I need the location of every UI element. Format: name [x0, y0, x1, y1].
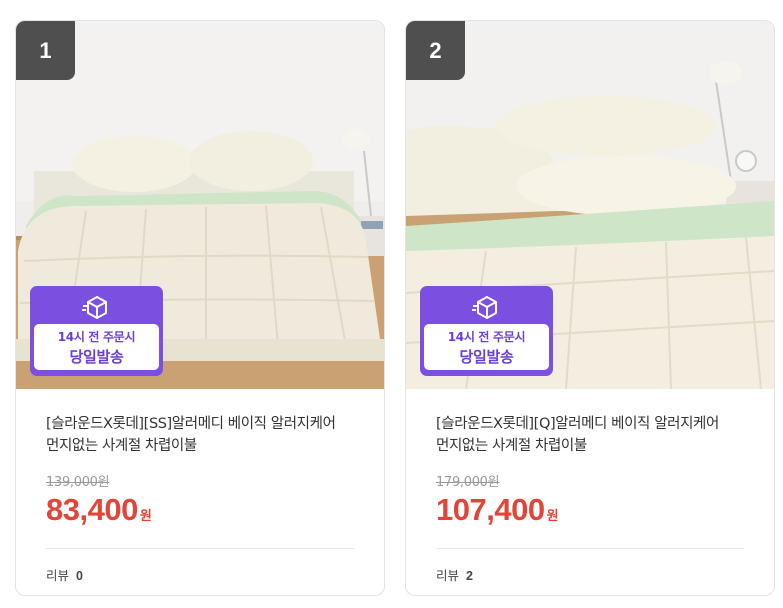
rank-badge: 1: [16, 21, 75, 80]
currency-unit: 원: [139, 509, 152, 524]
delivery-box-icon: [81, 294, 112, 320]
original-price: 139,000원: [46, 475, 110, 490]
product-card-1[interactable]: 1 14시 전 주문시 당일발송 [슬라운드X롯데][SS]알러메디 베이직 알…: [15, 20, 385, 596]
delivery-box-icon: [471, 294, 502, 320]
sale-price-row: 83,400 원: [46, 492, 354, 528]
product-title[interactable]: [슬라운드X롯데][SS]알러메디 베이직 알러지케어 먼지없는 사계절 차렵이…: [46, 413, 354, 457]
sale-price: 107,400: [436, 492, 545, 527]
product-image-2[interactable]: 2 14시 전 주문시 당일발송: [406, 21, 774, 389]
same-day-shipping-badge: 14시 전 주문시 당일발송: [420, 286, 553, 376]
currency-unit: 원: [546, 509, 559, 524]
divider: [436, 548, 744, 549]
review-label: 리뷰: [46, 568, 70, 583]
product-image-1[interactable]: 1 14시 전 주문시 당일발송: [16, 21, 384, 389]
product-card-2[interactable]: 2 14시 전 주문시 당일발송 [슬라운드X롯데][Q]알러메디 베이직 알러…: [405, 20, 775, 596]
product-title[interactable]: [슬라운드X롯데][Q]알러메디 베이직 알러지케어 먼지없는 사계절 차렵이불: [436, 413, 744, 457]
review-info: 리뷰 0: [46, 565, 354, 584]
same-day-shipping-badge: 14시 전 주문시 당일발송: [30, 286, 163, 376]
badge-line1: 14시 전 주문시: [447, 329, 526, 344]
sale-price-row: 107,400 원: [436, 492, 744, 528]
review-count: 0: [76, 569, 83, 583]
sale-price: 83,400: [46, 492, 138, 527]
badge-line2: 당일발송: [69, 347, 124, 366]
review-count: 2: [466, 569, 473, 583]
rank-badge: 2: [406, 21, 465, 80]
review-info: 리뷰 2: [436, 565, 744, 584]
divider: [46, 548, 354, 549]
review-label: 리뷰: [436, 568, 460, 583]
badge-line1: 14시 전 주문시: [57, 329, 136, 344]
badge-line2: 당일발송: [459, 347, 514, 366]
original-price: 179,000원: [436, 475, 500, 490]
